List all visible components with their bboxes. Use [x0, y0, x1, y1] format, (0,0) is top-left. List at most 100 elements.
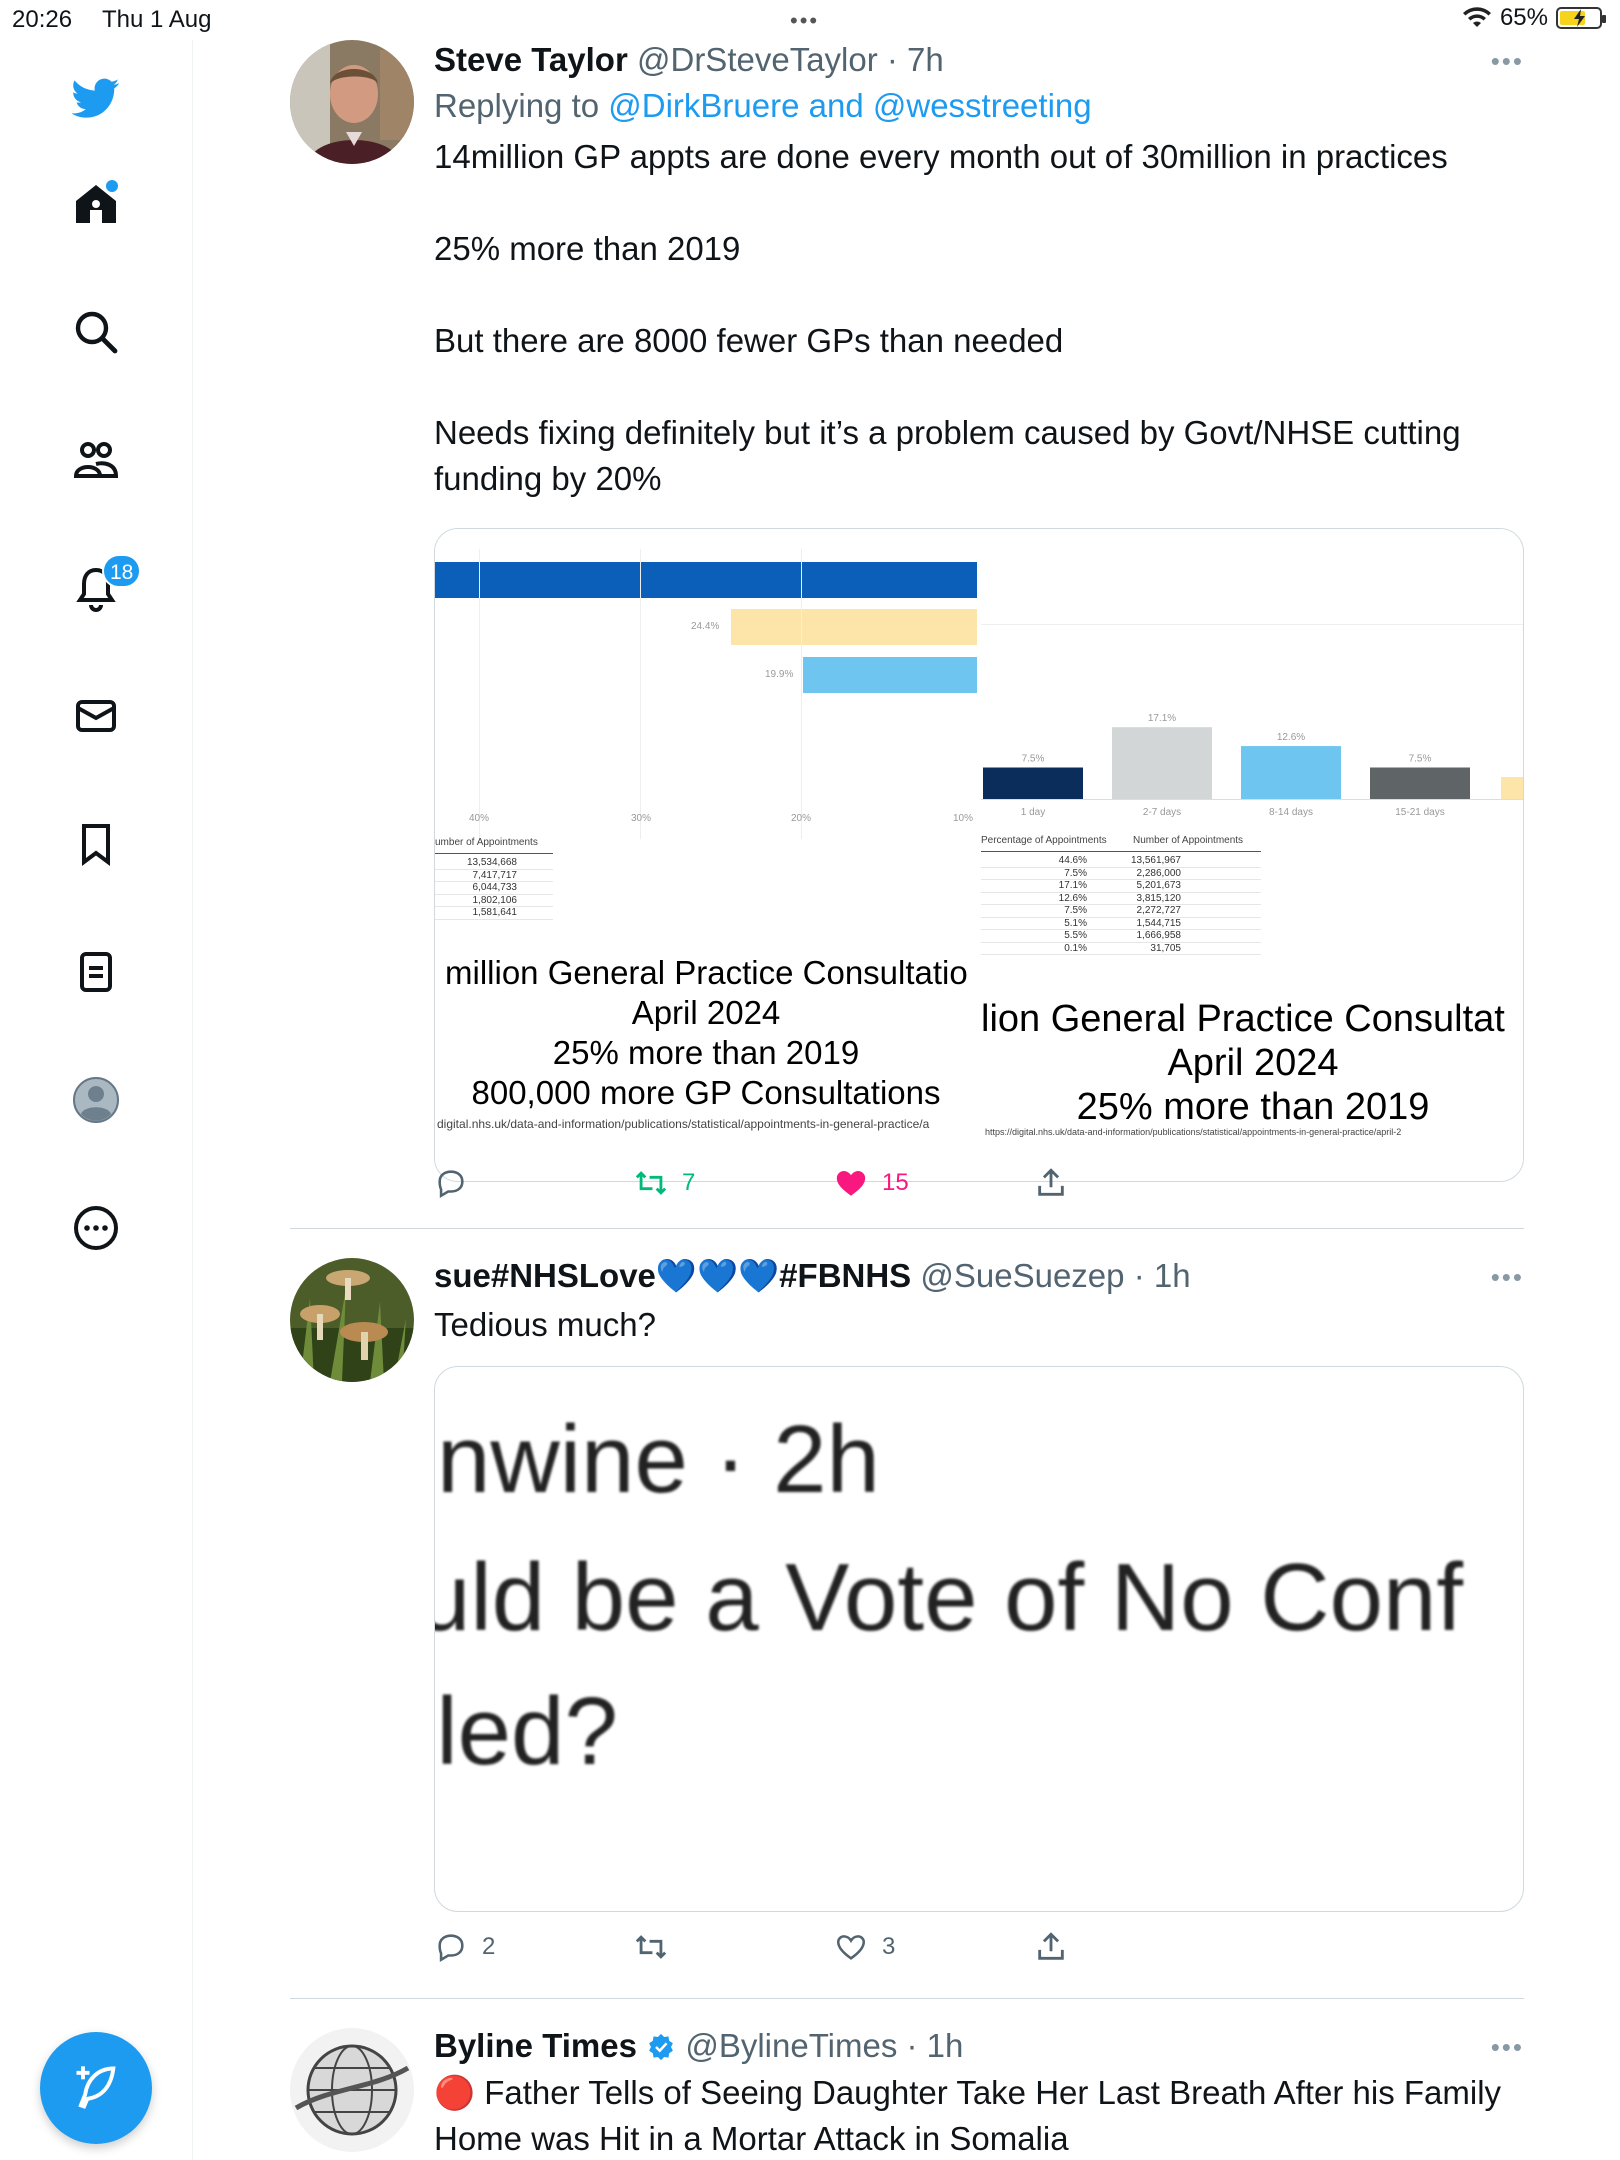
- bar-label: 19.9%: [765, 669, 794, 680]
- bar-value-label: 7.5%: [1409, 754, 1432, 765]
- caption-line: lion General Practice Consultat: [981, 998, 1505, 1040]
- image-text-line: lled?: [434, 1678, 618, 1785]
- table-cell-percent: 12.6%: [1058, 892, 1087, 904]
- tweet-text: 14million GP appts are done every month …: [434, 134, 1524, 502]
- table-row: 0.1% 31,705: [981, 943, 1261, 955]
- tweet-time[interactable]: · 1h: [907, 2027, 964, 2064]
- share-button[interactable]: [1034, 1930, 1068, 1964]
- tweet-actions: 2 3: [434, 1930, 1524, 1970]
- retweet-count: 7: [682, 1169, 696, 1196]
- table-cell-count: 1,666,958: [1136, 930, 1182, 941]
- reply-button[interactable]: 2: [434, 1930, 495, 1964]
- status-bar: 20:26 Thu 1 Aug ••• 65%: [0, 0, 1620, 40]
- tweet-media[interactable]: 24.4% 19.9% 40% 30% 20% 10% umber of App…: [434, 528, 1524, 1182]
- search-icon[interactable]: [66, 302, 126, 362]
- table-cell-count: 13,561,967: [1130, 855, 1181, 866]
- data-table: 13,534,668 7,417,717 6,044,733 1,802,106 1,5…: [435, 857, 553, 920]
- table-row: 7.5% 2,272,727: [981, 905, 1261, 918]
- tweet-header: Steve Taylor @DrSteveTaylor · 7h: [434, 40, 1524, 80]
- axis-tick: 10%: [953, 813, 974, 824]
- tweet-media[interactable]: nwine · 2h uld be a Vote of No Conf lled…: [434, 1366, 1524, 1912]
- share-button[interactable]: [1034, 1166, 1068, 1200]
- data-table: 44.6% 13,561,967 7.5% 2,286,000 17.1% 5,201,6…: [981, 855, 1261, 955]
- tweet-more-icon[interactable]: •••: [1491, 1262, 1524, 1293]
- author-handle[interactable]: @DrSteveTaylor: [637, 41, 878, 78]
- retweet-icon: [635, 1935, 667, 1959]
- twitter-logo-icon[interactable]: [66, 68, 126, 128]
- chart-bar: [1241, 746, 1341, 799]
- replying-to-link[interactable]: @DirkBruere and @wesstreeting: [608, 87, 1091, 124]
- axis-tick: 30%: [631, 813, 652, 824]
- tweet-divider: [290, 1228, 1524, 1229]
- multitask-dots[interactable]: •••: [790, 8, 819, 34]
- table-row: 5.5% 1,666,958: [981, 930, 1261, 943]
- author-name[interactable]: sue#NHSLove💙💙💙#FBNHS: [434, 1257, 911, 1294]
- avatar[interactable]: [290, 1258, 414, 1382]
- reply-icon: [438, 1934, 464, 1963]
- author-name[interactable]: Byline Times: [434, 2027, 637, 2064]
- tweet-steve-taylor[interactable]: Steve Taylor @DrSteveTaylor · 7h ••• Rep…: [290, 40, 1524, 1230]
- table-cell-count: 3,815,120: [1136, 892, 1182, 904]
- tweet-sue[interactable]: sue#NHSLove💙💙💙#FBNHS @SueSuezep · 1h •••…: [290, 1256, 1524, 1996]
- share-icon: [1038, 1932, 1064, 1960]
- axis-tick: 20%: [791, 813, 812, 824]
- tweet-time[interactable]: · 7h: [887, 41, 944, 78]
- like-button[interactable]: 3: [834, 1930, 895, 1964]
- heart-filled-icon: [836, 1170, 866, 1196]
- tweet-paragraph: 25% more than 2019: [434, 230, 741, 267]
- messages-icon[interactable]: [66, 686, 126, 746]
- tweet-byline-times[interactable]: Byline Times @BylineTimes · 1h ••• 🔴 Fat…: [290, 2026, 1524, 2160]
- table-cell-percent: 44.6%: [1058, 855, 1087, 866]
- avatar[interactable]: [290, 40, 414, 164]
- tweet-time[interactable]: · 1h: [1134, 1257, 1191, 1294]
- media-image-right[interactable]: 7.5% 1 day 17.1% 2-7 days 12.6% 8-14 days 7.5%…: [981, 529, 1523, 1181]
- status-date: Thu 1 Aug: [102, 6, 212, 33]
- retweet-button[interactable]: [634, 1930, 668, 1964]
- author-handle[interactable]: @BylineTimes: [685, 2027, 897, 2064]
- replying-prefix: Replying to: [434, 87, 609, 124]
- bar-value-label: 12.6%: [1277, 732, 1305, 743]
- chart-bar: [1501, 777, 1523, 799]
- author-name[interactable]: Steve Taylor: [434, 41, 628, 78]
- heart-icon: [836, 1935, 866, 1960]
- bar-value-label: 17.1%: [1148, 713, 1176, 724]
- avatar[interactable]: [290, 2028, 414, 2152]
- table-cell-count: 1,544,715: [1136, 917, 1182, 929]
- chart-bar: [731, 609, 977, 645]
- notifications-badge: 18: [102, 554, 142, 588]
- table-cell-percent: 17.1%: [1058, 880, 1087, 891]
- verified-badge-icon: [649, 2033, 674, 2061]
- bookmarks-icon[interactable]: [66, 814, 126, 874]
- retweet-button[interactable]: 7: [634, 1166, 695, 1200]
- lists-icon[interactable]: [66, 942, 126, 1002]
- tweet-header: Byline Times @BylineTimes · 1h: [434, 2026, 1524, 2066]
- image-text-line: nwine · 2h: [437, 1406, 880, 1513]
- notifications-bell-icon[interactable]: 18: [66, 554, 142, 618]
- sidebar: 18: [0, 40, 193, 2160]
- table-row: 7,417,717: [435, 870, 553, 882]
- wifi-icon: [1462, 7, 1491, 27]
- tweet-more-icon[interactable]: •••: [1491, 2032, 1524, 2063]
- reply-button[interactable]: [434, 1166, 468, 1200]
- tweet-paragraph: 14million GP appts are done every month …: [434, 138, 1448, 175]
- tweet-divider: [290, 1998, 1524, 1999]
- axis-tick: 40%: [469, 813, 490, 824]
- tweet-more-icon[interactable]: •••: [1491, 46, 1524, 77]
- media-image-left[interactable]: 24.4% 19.9% 40% 30% 20% 10% umber of App…: [435, 529, 977, 1181]
- author-handle[interactable]: @SueSuezep: [920, 1257, 1124, 1294]
- bar-category-label: 2-7 days: [1143, 807, 1181, 818]
- caption-line: million General Practice Consultatio: [445, 954, 968, 991]
- bar-category-label: 15-21 days: [1395, 807, 1444, 818]
- communities-icon[interactable]: [66, 430, 126, 490]
- table-row: 17.1% 5,201,673: [981, 880, 1261, 893]
- table-row: 1,802,106: [435, 895, 553, 907]
- table-header: umber of Appointments: [435, 837, 538, 848]
- more-options-icon[interactable]: [66, 1198, 126, 1258]
- image-caption: million General Practice Consultatio Apr…: [435, 953, 977, 1113]
- compose-tweet-button[interactable]: [40, 2032, 152, 2144]
- profile-avatar-icon[interactable]: [66, 1070, 126, 1130]
- table-cell-count: 2,272,727: [1136, 905, 1182, 916]
- home-icon[interactable]: [66, 174, 126, 234]
- like-button[interactable]: 15: [834, 1166, 909, 1200]
- table-header: Number of Appointments: [1133, 835, 1244, 846]
